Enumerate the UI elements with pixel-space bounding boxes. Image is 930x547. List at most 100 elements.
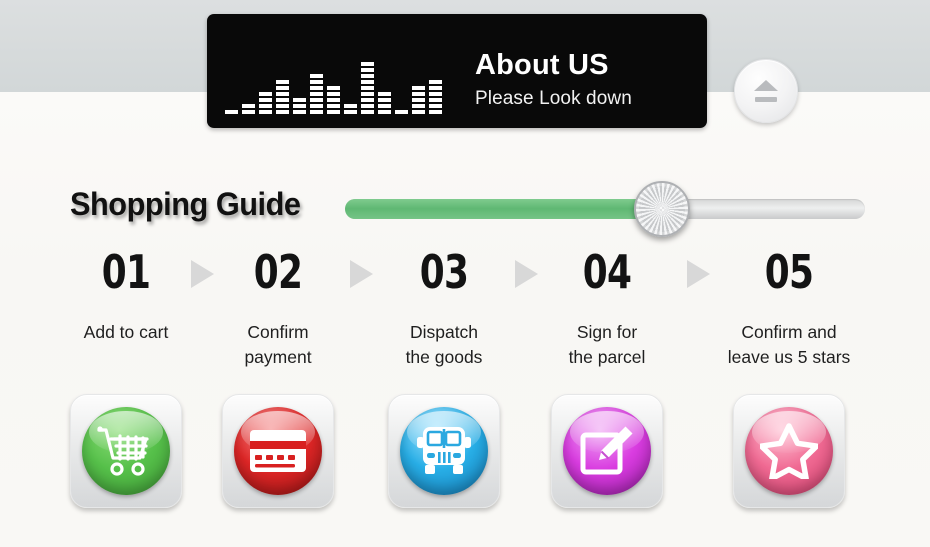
equalizer-segment xyxy=(378,104,391,108)
equalizer-segment xyxy=(259,98,272,102)
arrow-right-icon xyxy=(687,260,710,288)
equalizer-segment xyxy=(429,104,442,108)
equalizer-segment xyxy=(259,110,272,114)
slider-knob-icon[interactable] xyxy=(634,181,691,237)
about-us-header-panel: About US Please Look down xyxy=(207,14,707,128)
equalizer-segment xyxy=(276,86,289,90)
shopping-cart-icon[interactable] xyxy=(82,407,170,495)
icon-tile-04[interactable] xyxy=(551,394,663,508)
step-label: Dispatch the goods xyxy=(360,320,528,370)
step-number: 01 xyxy=(101,245,151,299)
equalizer-segment xyxy=(242,110,255,114)
equalizer-segment xyxy=(327,110,340,114)
step-number: 05 xyxy=(764,245,814,299)
arrow-right-icon xyxy=(514,260,538,288)
icon-tile-05[interactable] xyxy=(733,394,845,508)
equalizer-segment xyxy=(429,92,442,96)
equalizer-segment xyxy=(276,110,289,114)
equalizer-segment xyxy=(412,98,425,102)
equalizer-bar xyxy=(412,86,425,114)
equalizer-segment xyxy=(429,80,442,84)
equalizer-segment xyxy=(327,98,340,102)
step-number: 04 xyxy=(582,245,632,299)
equalizer-segment xyxy=(293,104,306,108)
equalizer-segment xyxy=(412,104,425,108)
equalizer-segment xyxy=(310,98,323,102)
step-label: Sign for the parcel xyxy=(523,320,691,370)
page-subtitle: Please Look down xyxy=(475,88,632,109)
arrow-right-icon xyxy=(191,260,214,288)
equalizer-bar xyxy=(259,92,272,114)
icon-tile-02[interactable] xyxy=(222,394,334,508)
star-icon[interactable] xyxy=(745,407,833,495)
step-label-line: Sign for xyxy=(576,322,638,342)
equalizer-segment xyxy=(310,80,323,84)
step-label-line: Confirm xyxy=(247,322,309,342)
equalizer-segment xyxy=(361,104,374,108)
equalizer-segment xyxy=(378,98,391,102)
step-01: 01 Add to cart xyxy=(42,246,210,345)
equalizer-segment xyxy=(361,74,374,78)
step-label-line: the goods xyxy=(405,347,483,367)
equalizer-segment xyxy=(429,110,442,114)
equalizer-bar xyxy=(378,92,391,114)
equalizer-bar xyxy=(276,80,289,114)
equalizer-segment xyxy=(412,86,425,90)
icon-tile-01[interactable] xyxy=(70,394,182,508)
equalizer-segment xyxy=(378,92,391,96)
sign-edit-icon[interactable] xyxy=(563,407,651,495)
equalizer-segment xyxy=(344,104,357,108)
page-title: About US xyxy=(475,49,609,81)
equalizer-segment xyxy=(361,98,374,102)
progress-slider[interactable] xyxy=(345,181,865,237)
equalizer-segment xyxy=(259,92,272,96)
icon-tile-03[interactable] xyxy=(388,394,500,508)
eject-icon xyxy=(754,80,778,102)
equalizer-bar xyxy=(344,104,357,114)
equalizer-segment xyxy=(361,62,374,66)
equalizer-segment xyxy=(361,68,374,72)
equalizer-segment xyxy=(327,104,340,108)
equalizer-segment xyxy=(310,86,323,90)
equalizer-segment xyxy=(293,110,306,114)
equalizer-segment xyxy=(361,92,374,96)
step-number: 03 xyxy=(419,245,469,299)
equalizer-bar xyxy=(395,110,408,114)
equalizer-segment xyxy=(361,86,374,90)
equalizer-segment xyxy=(310,104,323,108)
step-05: 05 Confirm and leave us 5 stars xyxy=(705,246,873,370)
shopping-guide-title: Shopping Guide xyxy=(70,186,301,222)
equalizer-segment xyxy=(361,110,374,114)
equalizer-segment xyxy=(412,92,425,96)
equalizer-bar xyxy=(310,74,323,114)
equalizer-bar xyxy=(293,98,306,114)
equalizer-bar xyxy=(327,86,340,114)
step-04: 04 Sign for the parcel xyxy=(523,246,691,370)
delivery-bus-icon[interactable] xyxy=(400,407,488,495)
equalizer-segment xyxy=(412,110,425,114)
equalizer-segment xyxy=(310,74,323,78)
step-number: 02 xyxy=(253,245,303,299)
step-03: 03 Dispatch the goods xyxy=(360,246,528,370)
eject-button[interactable] xyxy=(734,59,798,123)
equalizer-segment xyxy=(276,92,289,96)
step-icons-row xyxy=(0,394,930,514)
equalizer-segment xyxy=(276,98,289,102)
equalizer-segment xyxy=(327,92,340,96)
equalizer-segment xyxy=(293,98,306,102)
steps-row: 01 Add to cart 02 Confirm payment 03 Dispatch t… xyxy=(0,246,930,376)
equalizer-bar xyxy=(361,62,374,114)
step-label: Add to cart xyxy=(42,320,210,345)
equalizer-bar xyxy=(225,110,238,114)
step-label-line: Dispatch xyxy=(409,322,479,342)
step-label-line: the parcel xyxy=(568,347,646,367)
equalizer-segment xyxy=(310,110,323,114)
equalizer-segment xyxy=(344,110,357,114)
equalizer-segment xyxy=(327,86,340,90)
credit-card-icon[interactable] xyxy=(234,407,322,495)
equalizer-segment xyxy=(225,110,238,114)
equalizer-segment xyxy=(276,104,289,108)
equalizer-segment xyxy=(276,80,289,84)
equalizer-segment xyxy=(429,86,442,90)
step-label-line: Add to cart xyxy=(83,322,169,342)
